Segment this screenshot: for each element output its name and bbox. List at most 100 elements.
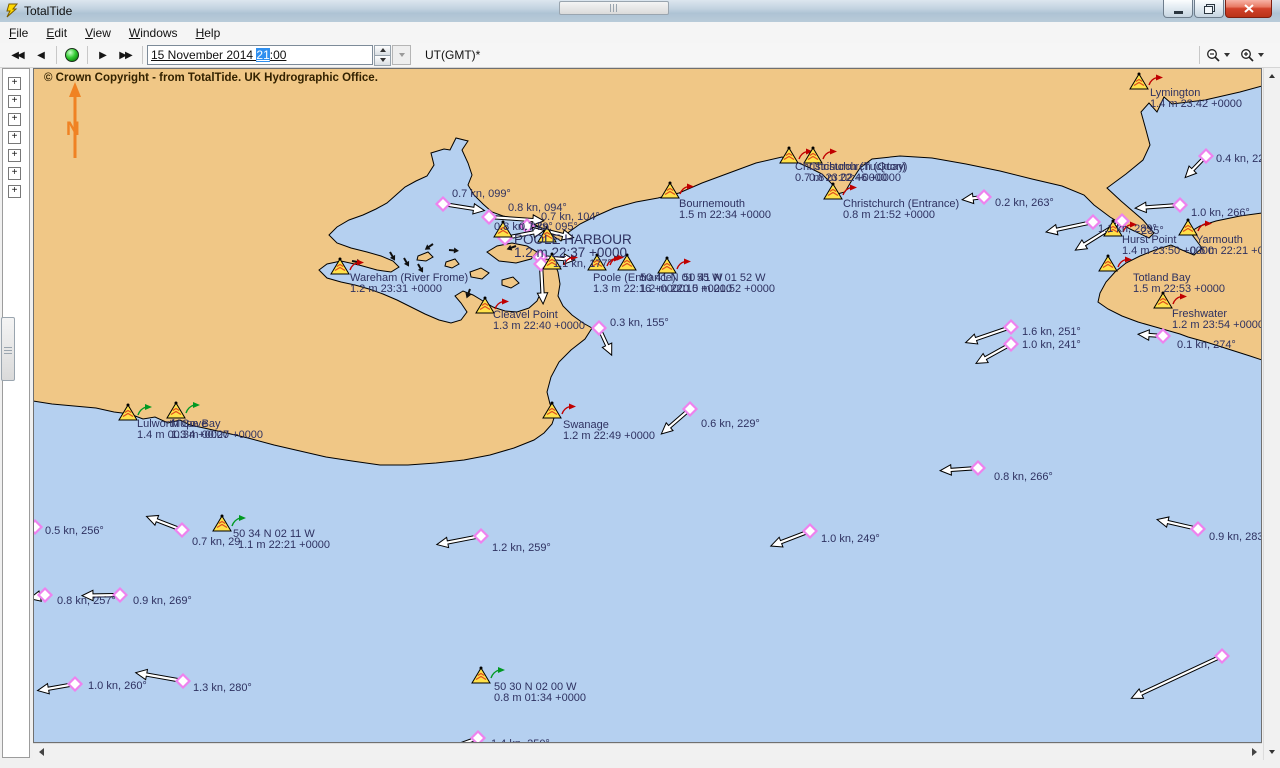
datetime-input[interactable]: 15 November 2014 21:00	[147, 45, 373, 65]
map-label: 1.4 m 23:42 +0000	[1150, 98, 1242, 110]
menu-view[interactable]: View	[76, 23, 120, 43]
go-to-now-button[interactable]	[61, 45, 83, 65]
step-back-button[interactable]: ◀	[30, 45, 52, 65]
spin-down-icon	[379, 58, 386, 62]
scroll-right-button[interactable]	[1246, 744, 1262, 760]
map-label: 1.2 m 22:49 +0000	[563, 430, 655, 442]
map-label: 1.2 m 23:54 +0000	[1172, 319, 1262, 331]
map-label: 1.0 kn, 249°	[821, 533, 880, 545]
map-label: 0.8 kn, 266°	[994, 471, 1053, 483]
jump-to-end-button[interactable]: ▶▶	[114, 45, 138, 65]
step-forward-button[interactable]: ▶	[92, 45, 114, 65]
tree-expander-button[interactable]: +	[8, 113, 21, 126]
vertical-scroll-thumb[interactable]	[1, 317, 15, 381]
map-label: 1.0 kn, 266°	[1191, 207, 1250, 219]
scroll-up-button[interactable]	[1264, 68, 1280, 84]
toolbar-separator	[56, 46, 57, 64]
svg-text:N: N	[66, 119, 80, 140]
window-bottom-frame	[0, 760, 1280, 768]
station-tree-panel[interactable]: + + + + + + +	[2, 68, 30, 758]
spin-down-button[interactable]	[374, 54, 391, 66]
menu-help[interactable]: Help	[187, 23, 230, 43]
restore-button[interactable]	[1194, 0, 1224, 18]
map-label: 0.5 kn, 256°	[45, 525, 104, 537]
map-label: 0.9 kn, 283°	[1209, 531, 1262, 543]
map-label: 0.8 kn, 257°	[57, 595, 116, 607]
map-label: 235°	[1141, 225, 1164, 237]
date-text: 15 November 2014	[151, 48, 257, 62]
map-label: 1.1 m 22:21 +0000	[238, 539, 330, 551]
map-label: 0.6 kn, 229°	[701, 418, 760, 430]
close-button[interactable]	[1225, 0, 1272, 18]
map-label: 0.9 kn, 269°	[133, 595, 192, 607]
map-label: 1.2 kn, 259°	[492, 542, 551, 554]
application-window: TotalTide File Edit View Windows Help ◀◀…	[0, 0, 1280, 768]
map-label: 0.4 kn, 22	[1216, 153, 1262, 165]
menu-file[interactable]: File	[0, 23, 37, 43]
toolbar-separator	[142, 46, 143, 64]
magnifier-plus-icon	[1241, 48, 1254, 62]
map-label: 0.0 m 21:52 +0000	[683, 283, 775, 295]
toolbar-separator	[1199, 46, 1200, 64]
window-title: TotalTide	[24, 4, 73, 18]
spin-up-icon	[379, 48, 386, 52]
map-label: 0.8 m 21:52 +0000	[843, 209, 935, 221]
tree-expander-button[interactable]: +	[8, 95, 21, 108]
map-label: 0.6 m 22:21 +0000	[1190, 245, 1262, 257]
map-label: 0.2 kn, 263°	[995, 197, 1054, 209]
map-label: 1.2 m 22:37 +0000	[514, 245, 627, 260]
horizontal-scroll-thumb[interactable]	[559, 1, 669, 15]
app-icon	[5, 3, 19, 23]
timezone-label: UT(GMT)*	[425, 48, 481, 62]
now-orb-icon	[65, 48, 79, 62]
map-label: 0.8 m 01:34 +0000	[494, 692, 586, 704]
restore-icon	[1203, 5, 1213, 14]
minimize-button[interactable]	[1163, 0, 1193, 18]
datetime-dropdown-button[interactable]	[392, 45, 411, 65]
tidal-map-canvas[interactable]: © Crown Copyright - from TotalTide. UK H…	[33, 68, 1262, 743]
magnifier-minus-icon	[1207, 48, 1220, 62]
map-label: 1.2 m 23:31 +0000	[350, 283, 442, 295]
tree-expander-button[interactable]: +	[8, 77, 21, 90]
map-label: 1.5 m 22:34 +0000	[679, 209, 771, 221]
menu-bar: File Edit View Windows Help	[0, 22, 1280, 44]
map-label: 1.3 kn, 280°	[193, 682, 252, 694]
tree-expander-button[interactable]: +	[8, 185, 21, 198]
date-selected-text: 21	[256, 48, 270, 62]
tree-expander-button[interactable]: +	[8, 167, 21, 180]
horizontal-scrollbar[interactable]	[33, 743, 1262, 760]
map-label: 1.0 kn, 260°	[88, 680, 147, 692]
date-text: :00	[269, 48, 287, 62]
scroll-left-icon	[38, 748, 44, 756]
map-label: 1.0 kn, 241°	[1022, 339, 1081, 351]
datetime-spinner	[374, 44, 391, 66]
tree-expander-button[interactable]: +	[8, 149, 21, 162]
menu-windows[interactable]: Windows	[120, 23, 187, 43]
scroll-right-icon	[1251, 748, 1257, 756]
map-label: 1.6 kn, 251°	[1022, 326, 1081, 338]
toolbar-separator	[87, 46, 88, 64]
map-label: 1.5 m 22:53 +0000	[1133, 283, 1225, 295]
map-label: 0.3 kn, 155°	[610, 317, 669, 329]
map-label: 1.3 m 22:40 +0000	[493, 320, 585, 332]
vertical-scrollbar[interactable]	[1263, 68, 1280, 760]
scroll-up-icon	[1269, 74, 1275, 78]
chevron-down-icon	[1258, 53, 1264, 57]
toolbar: ◀◀ ◀ ▶ ▶▶ 15 November 2014 21:00 UT(GMT)…	[0, 43, 1280, 68]
zoom-in-button[interactable]	[1238, 45, 1266, 65]
map-label: 0.7 kn, 099°	[452, 188, 511, 200]
chevron-down-icon	[1224, 53, 1230, 57]
chevron-down-icon	[398, 53, 405, 57]
scroll-down-icon	[1269, 750, 1275, 754]
jump-to-start-button[interactable]: ◀◀	[6, 45, 30, 65]
menu-edit[interactable]: Edit	[37, 23, 76, 43]
zoom-out-button[interactable]	[1204, 45, 1232, 65]
minimize-icon	[1173, 10, 1183, 14]
tree-expander-button[interactable]: +	[8, 131, 21, 144]
close-icon	[1243, 4, 1254, 13]
map-label: 0.1 kn, 274°	[1177, 339, 1236, 351]
scroll-down-button[interactable]	[1264, 744, 1280, 760]
map-label: 1.3 m 00:27 +0000	[171, 429, 263, 441]
scroll-left-button[interactable]	[33, 744, 49, 760]
copyright-notice: © Crown Copyright - from TotalTide. UK H…	[44, 72, 378, 84]
